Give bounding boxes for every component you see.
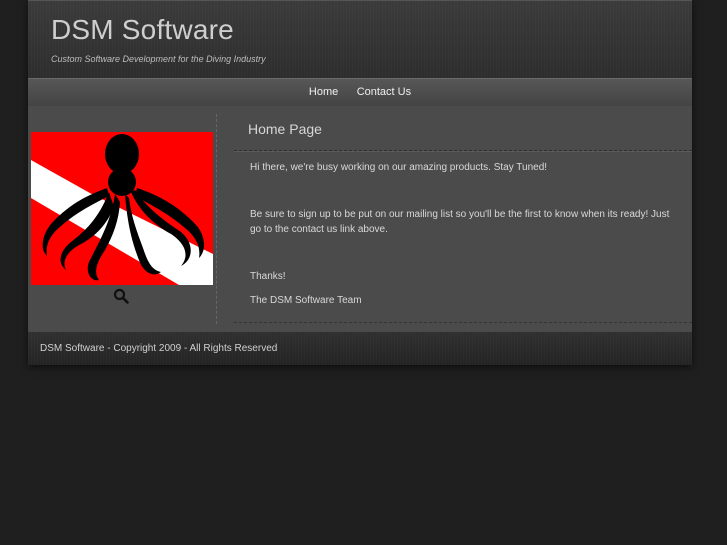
nav-item-contact-us[interactable]: Contact Us: [357, 79, 411, 105]
sidebar: [28, 114, 217, 324]
content-paragraph: Be sure to sign up to be put on our mail…: [250, 209, 670, 235]
search-icon[interactable]: [113, 288, 129, 304]
content-bottom-divider: [234, 322, 692, 323]
site-tagline: Custom Software Development for the Divi…: [51, 54, 266, 64]
page-wrapper: DSM Software Custom Software Development…: [28, 0, 692, 365]
site-footer: DSM Software - Copyright 2009 - All Righ…: [28, 332, 692, 365]
nav-item-home[interactable]: Home: [309, 79, 338, 105]
title-divider: [234, 150, 692, 152]
content-signature: The DSM Software Team: [250, 295, 362, 306]
page-title: Home Page: [248, 121, 322, 137]
content-paragraph: Thanks!: [250, 271, 286, 282]
main-nav: Home Contact Us: [28, 78, 692, 108]
site-title[interactable]: DSM Software: [51, 14, 234, 46]
content-paragraph: Hi there, we're busy working on our amaz…: [250, 162, 548, 173]
octopus-dive-flag-logo[interactable]: [31, 132, 213, 285]
site-header: DSM Software Custom Software Development…: [28, 0, 692, 79]
copyright-text: DSM Software - Copyright 2009 - All Righ…: [40, 343, 278, 354]
main-area: Home Page Hi there, we're busy working o…: [28, 106, 692, 332]
